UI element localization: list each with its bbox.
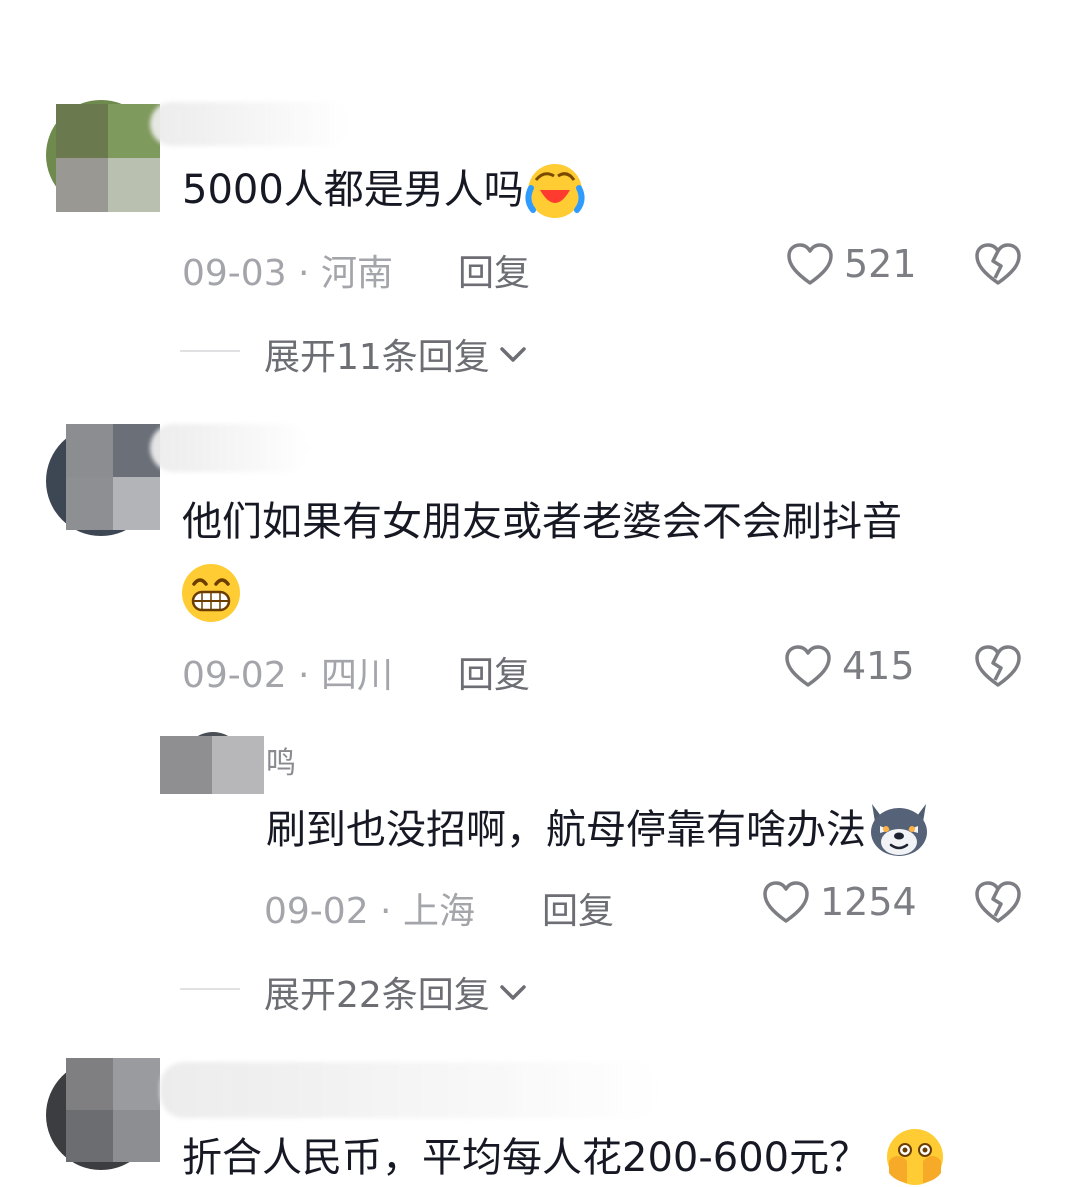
- like-count: 521: [844, 242, 917, 286]
- comment-location: 河南: [320, 253, 393, 294]
- broken-heart-icon: [975, 243, 1021, 285]
- chevron-down-icon: [500, 347, 526, 362]
- expand-replies-label: 展开22条回复: [264, 975, 490, 1016]
- comment-meta: 09-02 · 四川: [182, 646, 393, 698]
- avatar-mosaic: [66, 1058, 160, 1162]
- covering-face-emoji: [883, 1129, 947, 1187]
- reply-button[interactable]: 回复: [458, 646, 530, 698]
- comment-date: 09-02: [182, 655, 287, 696]
- dislike-button[interactable]: [974, 644, 1022, 692]
- like-count: 415: [842, 644, 915, 688]
- heart-outline-icon: [787, 243, 833, 285]
- reply-button[interactable]: 回复: [458, 244, 530, 296]
- comment-text: 折合人民币，平均每人花200-600元？: [182, 1129, 947, 1187]
- comment-text: 刷到也没招啊，航母停靠有啥办法: [266, 802, 932, 860]
- smirking-wolf-emoji: [866, 804, 932, 860]
- meta-separator: ·: [368, 891, 403, 932]
- reply-button[interactable]: 回复: [542, 882, 614, 934]
- expand-divider: [180, 350, 240, 352]
- broken-heart-icon: [975, 645, 1021, 687]
- like-button[interactable]: 521: [786, 242, 917, 286]
- chevron-down-icon: [500, 985, 526, 1000]
- avatar-mosaic: [66, 424, 160, 530]
- comment-meta: 09-02 · 上海: [264, 882, 475, 934]
- username-blurred[interactable]: [150, 424, 310, 472]
- comment-meta: 09-03 · 河南: [182, 244, 393, 296]
- avatar-mosaic: [56, 104, 160, 212]
- comment-location: 四川: [320, 655, 393, 696]
- comment-date: 09-03: [182, 253, 287, 294]
- grinning-teeth-emoji: [180, 562, 242, 628]
- comment-date: 09-02: [264, 891, 369, 932]
- heart-outline-icon: [785, 645, 831, 687]
- expand-divider: [180, 988, 240, 990]
- heart-outline-icon: [763, 881, 809, 923]
- comment-location: 上海: [402, 891, 475, 932]
- comment-text: 他们如果有女朋友或者老婆会不会刷抖音: [182, 499, 902, 545]
- avatar-mosaic: [160, 736, 264, 794]
- laughing-crying-emoji: [524, 164, 586, 220]
- username-blurred[interactable]: [160, 1062, 660, 1118]
- meta-separator: ·: [286, 655, 321, 696]
- dislike-button[interactable]: [974, 242, 1022, 290]
- meta-separator: ·: [286, 253, 321, 294]
- username[interactable]: 鸣: [266, 738, 296, 782]
- comment-text: 5000人都是男人吗: [182, 162, 586, 220]
- like-count: 1254: [820, 880, 917, 924]
- username-blurred[interactable]: [150, 102, 350, 146]
- expand-replies-label: 展开11条回复: [264, 337, 490, 378]
- broken-heart-icon: [975, 881, 1021, 923]
- like-button[interactable]: 1254: [762, 880, 917, 924]
- like-button[interactable]: 415: [784, 644, 915, 688]
- dislike-button[interactable]: [974, 880, 1022, 928]
- expand-replies-button[interactable]: 展开22条回复: [264, 966, 530, 1018]
- expand-replies-button[interactable]: 展开11条回复: [264, 328, 530, 380]
